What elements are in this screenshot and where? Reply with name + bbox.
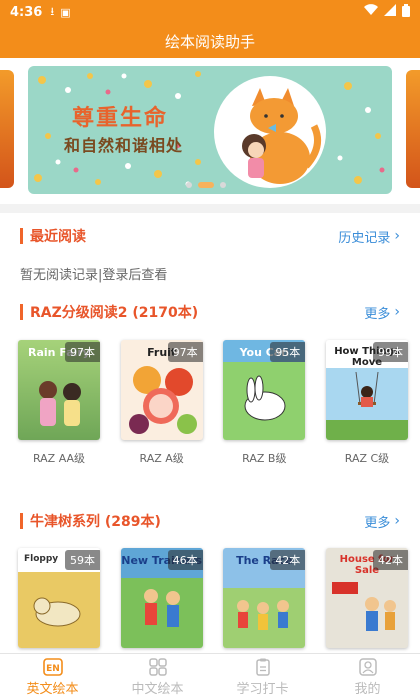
book-card[interactable]: Fruit 97本 RAZ A级 — [120, 340, 203, 466]
more-label: 更多 — [364, 306, 391, 322]
book-count-badge: 95本 — [270, 342, 306, 362]
carousel-dot-active — [198, 182, 214, 188]
book-cover[interactable]: Rain Fairy 97本 — [18, 340, 100, 440]
section-accent-bar — [20, 304, 23, 320]
book-count-badge: 42本 — [372, 550, 408, 570]
raz-more-link[interactable]: 更多 › — [364, 303, 400, 322]
app-title-bar: 绘本阅读助手 — [0, 24, 420, 58]
banner-next-peek[interactable] — [406, 70, 420, 188]
section-accent-bar — [20, 228, 23, 244]
book-cover[interactable]: You Can 95本 — [223, 340, 306, 440]
download-icon: ⭳ — [50, 4, 55, 18]
book-card[interactable]: Floppy 59本 — [18, 548, 100, 648]
oxford-more-link[interactable]: 更多 › — [364, 512, 400, 531]
tab-chinese-books[interactable]: 中文绘本 — [105, 654, 210, 700]
banner-illustration-circle — [214, 76, 326, 188]
book-count-badge: 97本 — [167, 342, 203, 362]
section-accent-bar — [20, 513, 23, 529]
book-card[interactable]: New Trainers 46本 — [120, 548, 203, 648]
oxford-section-header: 牛津树系列 (289本) 更多 › — [20, 509, 400, 533]
section-divider — [0, 204, 420, 213]
history-label: 历史记录 — [338, 230, 391, 246]
book-cover[interactable]: Fruit 97本 — [120, 340, 203, 440]
battery-icon — [402, 3, 410, 21]
book-cover[interactable]: House for Sale 42本 — [325, 548, 408, 648]
banner-headline: 尊重生命 — [72, 106, 169, 131]
signal-icon — [384, 4, 396, 20]
book-label: RAZ A级 — [139, 452, 184, 465]
recent-empty-text[interactable]: 暂无阅读记录|登录后查看 — [20, 264, 167, 283]
banner-carousel[interactable]: 尊重生命 和自然和谐相处 — [0, 62, 420, 198]
tab-mine[interactable]: 我的 — [315, 654, 420, 700]
carousel-dot — [220, 182, 226, 188]
book-count-badge: 97本 — [65, 342, 100, 362]
book-card[interactable]: House for Sale 42本 — [325, 548, 408, 648]
book-cover[interactable]: New Trainers 46本 — [120, 548, 203, 648]
chevron-right-icon: › — [394, 228, 400, 244]
oxford-title: 牛津树系列 (289本) — [30, 514, 161, 530]
book-count-badge: 59本 — [65, 550, 100, 570]
notification-icon: ▣ — [60, 5, 71, 19]
status-bar: 4:36 ⭳ ▣ — [0, 0, 420, 24]
carousel-dot — [186, 182, 192, 188]
tab-english-books[interactable]: EN 英文绘本 — [0, 654, 105, 700]
tab-label: 学习打卡 — [236, 681, 289, 697]
more-label: 更多 — [364, 515, 391, 531]
book-card[interactable]: You Can 95本 RAZ B级 — [223, 340, 306, 466]
wifi-icon — [364, 4, 378, 20]
book-cover[interactable]: How Things Move 99本 — [325, 340, 408, 440]
book-count-badge: 99本 — [372, 342, 408, 362]
tab-study-checkin[interactable]: 学习打卡 — [210, 654, 315, 700]
status-time: 4:36 — [10, 4, 43, 20]
chevron-right-icon: › — [394, 513, 400, 529]
clipboard-icon — [255, 658, 270, 676]
book-label: RAZ C级 — [344, 452, 390, 465]
tab-label: 我的 — [354, 681, 381, 697]
book-label: RAZ B级 — [242, 452, 287, 465]
book-cover[interactable]: Floppy 59本 — [18, 548, 100, 648]
banner-slide[interactable]: 尊重生命 和自然和谐相处 — [28, 66, 392, 194]
bottom-tab-bar: EN 英文绘本 中文绘本 学习打卡 我的 — [0, 653, 420, 700]
book-count-badge: 46本 — [167, 550, 203, 570]
book-card[interactable]: Rain Fairy 97本 RAZ AA级 — [18, 340, 100, 466]
carousel-indicator — [186, 182, 226, 188]
book-card[interactable]: The Race 42本 — [223, 548, 306, 648]
cat-and-girl-illustration — [242, 88, 322, 184]
oxford-book-row: Floppy 59本 New Trainers 46本 The Race 42本 — [18, 548, 408, 648]
raz-section-header: RAZ分级阅读2 (2170本) 更多 › — [20, 300, 400, 324]
book-count-badge: 42本 — [270, 550, 306, 570]
raz-book-row: Rain Fairy 97本 RAZ AA级 Fruit 97本 RAZ A级 … — [18, 340, 408, 466]
svg-text:EN: EN — [46, 664, 60, 674]
chevron-right-icon: › — [394, 304, 400, 320]
banner-prev-peek[interactable] — [0, 70, 14, 188]
tab-label: 英文绘本 — [26, 681, 79, 697]
book-label: RAZ AA级 — [32, 452, 86, 465]
en-book-icon: EN — [42, 657, 63, 676]
tab-label: 中文绘本 — [131, 681, 184, 697]
app-title: 绘本阅读助手 — [164, 32, 255, 51]
book-cover[interactable]: The Race 42本 — [223, 548, 306, 648]
recent-section-header: 最近阅读 历史记录 › — [20, 224, 400, 248]
recent-title: 最近阅读 — [30, 229, 86, 245]
profile-icon — [358, 657, 377, 676]
banner-subline: 和自然和谐相处 — [64, 136, 184, 155]
grid-icon — [148, 657, 167, 676]
history-link[interactable]: 历史记录 › — [338, 227, 400, 246]
raz-title: RAZ分级阅读2 (2170本) — [30, 305, 199, 321]
book-card[interactable]: How Things Move 99本 RAZ C级 — [325, 340, 408, 466]
